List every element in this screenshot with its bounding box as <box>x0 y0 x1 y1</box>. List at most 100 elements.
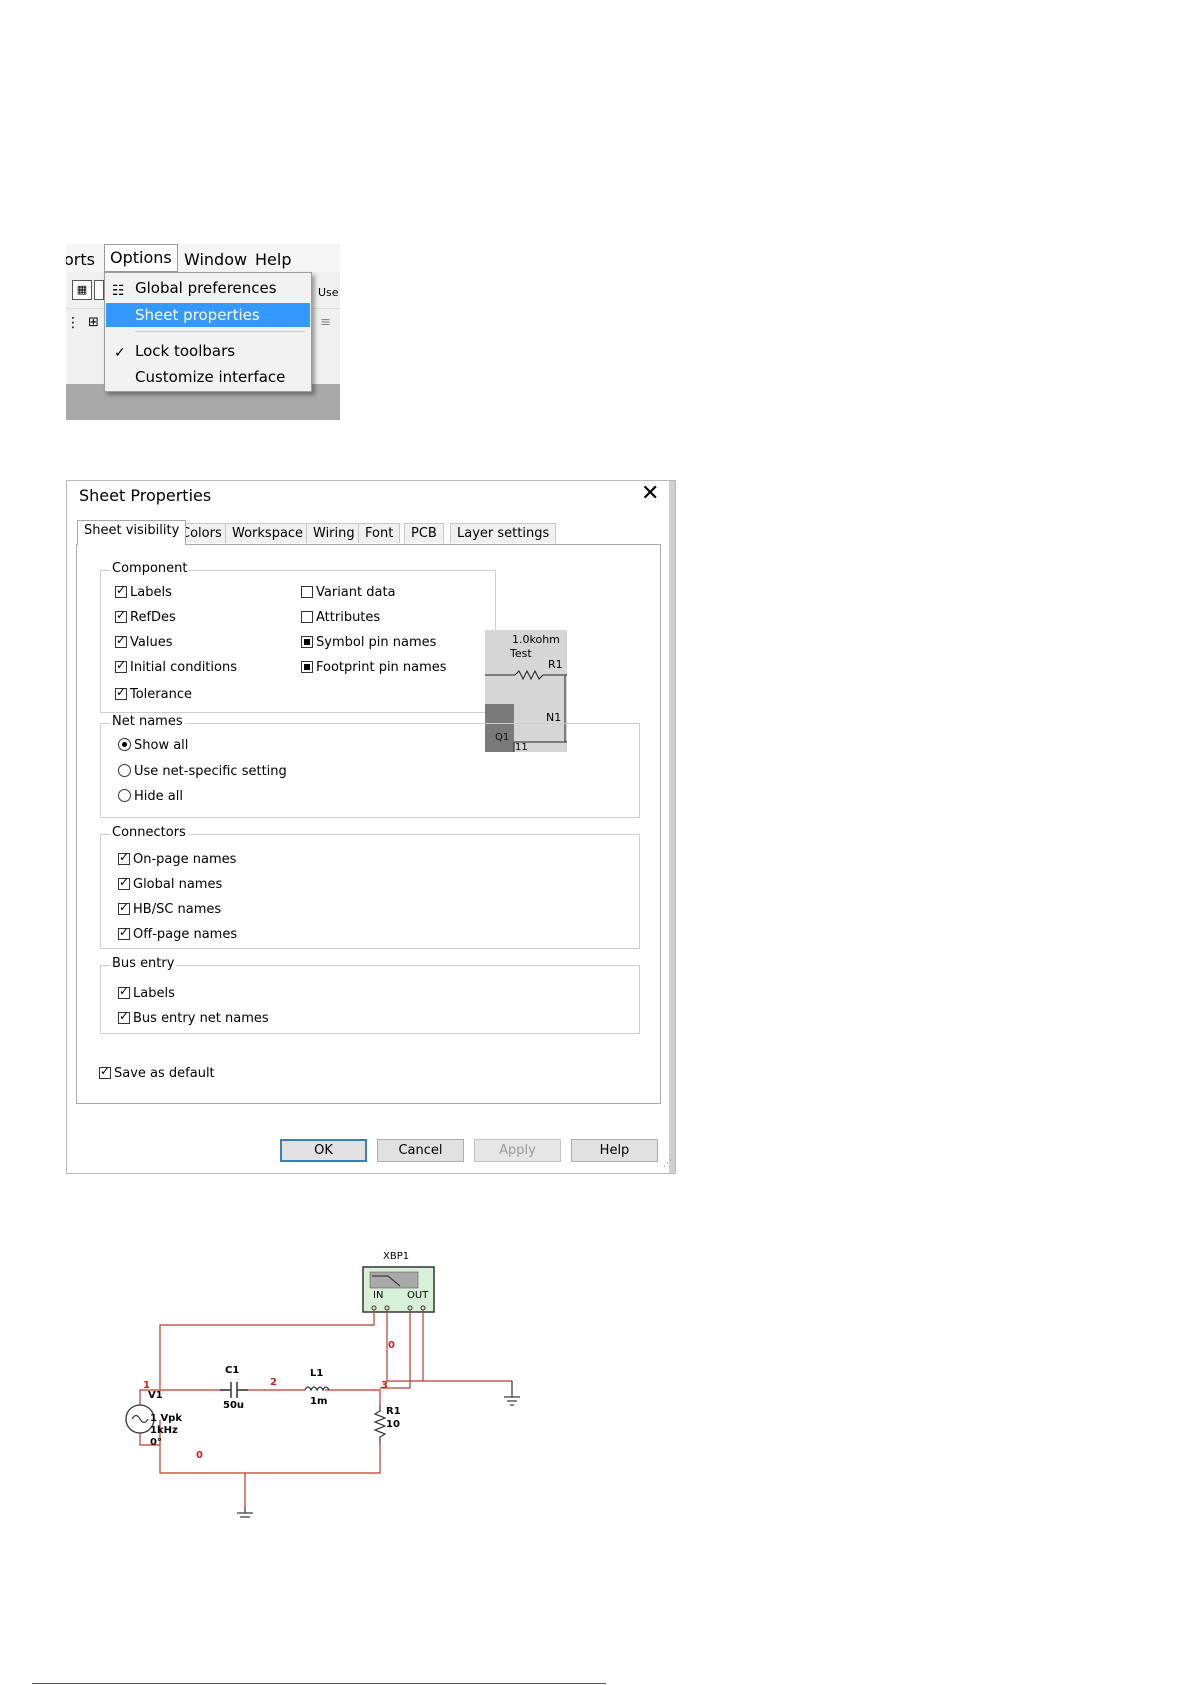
net-names-use-net-specific-radio[interactable]: Use net-specific setting <box>118 764 287 780</box>
connectors-on-page-names-checkbox[interactable]: On-page names <box>118 850 236 868</box>
node-label: 2 <box>270 1377 277 1388</box>
bode-in-label: IN <box>373 1290 383 1301</box>
source-frequency: 1kHz <box>150 1425 178 1436</box>
component-initial-conditions-checkbox[interactable]: Initial conditions <box>115 658 237 676</box>
menu-item-global-preferences[interactable]: ☷ Global preferences <box>105 276 311 300</box>
page-bottom-rule <box>32 1683 606 1684</box>
checkbox-checked-icon <box>118 875 130 890</box>
menu-bar: orts Options Window Help <box>66 244 340 273</box>
net-names-group: Net names Show all Use net-specific sett… <box>100 714 640 818</box>
checkbox-checked-icon <box>99 1064 111 1079</box>
checkmark-icon: ✓ <box>114 345 126 361</box>
options-menu-screenshot: orts Options Window Help ▦ Use ⋮ ⊞ ≡ ☷ G… <box>66 244 340 420</box>
checkbox-checked-icon <box>118 1009 130 1024</box>
resistor-symbol <box>373 1405 387 1445</box>
global-preferences-icon: ☷ <box>112 283 125 299</box>
tab-font[interactable]: Font <box>358 523 401 543</box>
tab-wiring[interactable]: Wiring <box>306 523 362 543</box>
component-variant-data-checkbox[interactable]: Variant data <box>301 585 396 601</box>
grid-icon[interactable]: ▦ <box>72 280 92 300</box>
checkbox-checked-icon <box>115 608 127 623</box>
component-attributes-checkbox[interactable]: Attributes <box>301 610 380 626</box>
component-labels-checkbox[interactable]: Labels <box>115 583 172 601</box>
toolbar-list-icon[interactable]: ≡ <box>320 315 331 330</box>
circuit-schematic: XBP1 IN OUT C1 50u L1 1m R1 10 V1 1 Vpk … <box>110 1245 540 1520</box>
bode-plotter-label: XBP1 <box>383 1251 409 1262</box>
radio-empty-icon <box>118 764 131 777</box>
inductor-name: L1 <box>310 1368 323 1379</box>
checkbox-checked-icon <box>115 583 127 598</box>
connectors-group: Connectors On-page names Global names HB… <box>100 825 640 949</box>
radio-selected-icon <box>118 738 131 751</box>
radio-empty-icon <box>118 789 131 802</box>
schematic-canvas: XBP1 IN OUT C1 50u L1 1m R1 10 V1 1 Vpk … <box>125 1251 520 1518</box>
capacitor-name: C1 <box>225 1365 239 1376</box>
help-button[interactable]: Help <box>571 1139 658 1162</box>
menu-item-lock-toolbars[interactable]: ✓ Lock toolbars <box>105 339 311 363</box>
menu-item-customize-interface[interactable]: Customize interface <box>105 365 311 389</box>
resistor-name: R1 <box>386 1406 401 1417</box>
connectors-hb-sc-names-checkbox[interactable]: HB/SC names <box>118 900 221 918</box>
bode-out-label: OUT <box>407 1290 429 1301</box>
checkbox-indeterminate-icon <box>301 635 313 648</box>
component-values-checkbox[interactable]: Values <box>115 633 172 651</box>
menu-window[interactable]: Window <box>184 250 247 269</box>
net-names-group-title: Net names <box>110 714 185 729</box>
node-label: 0 <box>196 1450 203 1461</box>
preview-r-label: R1 <box>548 658 563 671</box>
checkbox-indeterminate-icon <box>301 660 313 673</box>
toolbar-use-label: Use <box>318 286 339 299</box>
dialog-title: Sheet Properties <box>79 486 212 505</box>
connectors-off-page-names-checkbox[interactable]: Off-page names <box>118 925 237 943</box>
menu-item-sheet-properties[interactable]: Sheet properties <box>106 303 310 327</box>
component-symbol-pin-names-checkbox[interactable]: Symbol pin names <box>301 635 436 651</box>
tab-pcb[interactable]: PCB <box>404 523 444 543</box>
menu-help[interactable]: Help <box>255 250 291 269</box>
checkbox-empty-icon <box>301 610 313 623</box>
tab-sheet-visibility[interactable]: Sheet visibility <box>77 520 187 545</box>
connectors-global-names-checkbox[interactable]: Global names <box>118 875 222 893</box>
cancel-button[interactable]: Cancel <box>377 1139 464 1162</box>
bus-entry-labels-checkbox[interactable]: Labels <box>118 984 175 1002</box>
save-as-default-checkbox[interactable]: Save as default <box>99 1064 215 1082</box>
menu-reports[interactable]: orts <box>66 250 95 269</box>
bus-entry-group: Bus entry Labels Bus entry net names <box>100 956 640 1034</box>
close-icon[interactable]: ✕ <box>641 481 659 506</box>
tab-layer-settings[interactable]: Layer settings <box>450 523 557 543</box>
toolbar-icon[interactable] <box>94 280 104 300</box>
capacitor-value: 50u <box>223 1400 244 1411</box>
node-label: 3 <box>381 1380 388 1391</box>
source-phase: 0° <box>150 1437 162 1448</box>
source-name: V1 <box>148 1390 163 1401</box>
net-names-show-all-radio[interactable]: Show all <box>118 738 188 754</box>
bus-entry-group-title: Bus entry <box>110 956 177 971</box>
bode-plotter-screen <box>369 1271 419 1289</box>
apply-button[interactable]: Apply <box>474 1139 561 1162</box>
sheet-visibility-panel: Component Labels RefDes Values Initial c… <box>76 544 661 1104</box>
sheet-properties-dialog: Sheet Properties ✕ Sheet visibility Colo… <box>66 480 676 1174</box>
node-label: 1 <box>143 1380 150 1391</box>
inductor-value: 1m <box>310 1396 327 1407</box>
preview-resistance: 1.0kohm <box>512 633 560 646</box>
menu-options[interactable]: Options <box>104 244 178 272</box>
component-tolerance-checkbox[interactable]: Tolerance <box>115 685 192 703</box>
checkbox-checked-icon <box>115 685 127 700</box>
ground-icon <box>237 1507 253 1518</box>
window-edge <box>669 481 675 1173</box>
checkbox-checked-icon <box>115 658 127 673</box>
capacitor-symbol <box>220 1382 248 1398</box>
menu-separator <box>135 331 305 332</box>
tab-workspace[interactable]: Workspace <box>225 523 311 543</box>
net-names-hide-all-radio[interactable]: Hide all <box>118 789 183 805</box>
resistor-value: 10 <box>386 1419 400 1430</box>
component-group-title: Component <box>110 561 190 576</box>
component-footprint-pin-names-checkbox[interactable]: Footprint pin names <box>301 660 447 676</box>
bus-entry-net-names-checkbox[interactable]: Bus entry net names <box>118 1009 269 1027</box>
wires <box>139 1310 512 1507</box>
options-dropdown: ☷ Global preferences Sheet properties ✓ … <box>104 272 312 392</box>
component-refdes-checkbox[interactable]: RefDes <box>115 608 176 626</box>
ok-button[interactable]: OK <box>280 1139 367 1162</box>
node-label: 0 <box>388 1340 395 1351</box>
hierarchy-icon[interactable]: ⊞ <box>88 315 99 330</box>
resize-grip-icon[interactable]: ⋰ <box>663 1159 672 1169</box>
